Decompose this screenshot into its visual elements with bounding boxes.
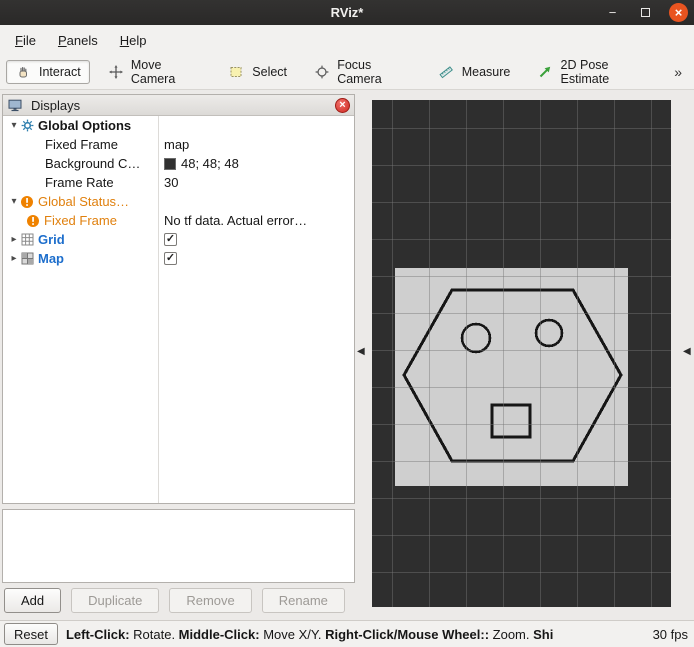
tool-interact[interactable]: Interact <box>6 60 90 84</box>
duplicate-button[interactable]: Duplicate <box>71 588 160 613</box>
tree-row-background-color[interactable]: Background C… 48; 48; 48 <box>3 154 354 173</box>
tree-row-grid[interactable]: Grid <box>3 230 354 249</box>
displays-panel: Displays Global Options Fixed Frame map <box>2 94 355 504</box>
splitter-collapse-right-icon[interactable] <box>683 346 691 357</box>
tool-label: Measure <box>461 65 511 79</box>
add-button[interactable]: Add <box>4 588 62 613</box>
panel-close-icon[interactable] <box>335 97 350 113</box>
minimize-button[interactable] <box>603 3 622 22</box>
menu-help[interactable]: Help <box>109 29 158 52</box>
global-options-icon <box>19 119 35 132</box>
warning-icon <box>25 214 41 228</box>
color-swatch <box>164 157 176 170</box>
move-camera-icon <box>108 65 123 79</box>
select-icon <box>228 65 244 79</box>
map-enabled-checkbox[interactable] <box>164 252 177 265</box>
titlebar: RViz* <box>0 0 694 25</box>
rename-button[interactable]: Rename <box>261 588 345 613</box>
statusbar: Reset Left-Click: Rotate. Middle-Click: … <box>0 620 694 647</box>
maximize-icon <box>641 8 650 17</box>
measure-icon <box>438 65 454 79</box>
tool-label: Interact <box>39 65 81 79</box>
grid-lines <box>372 100 671 607</box>
row-label: Global Status… <box>38 194 130 209</box>
tool-select[interactable]: Select <box>219 60 296 84</box>
expander-closed-icon[interactable] <box>9 234 19 245</box>
tool-2d-pose-estimate[interactable]: 2D Pose Estimate <box>529 53 658 91</box>
row-label: Fixed Frame <box>44 213 117 228</box>
tree-row-fixed-frame-error[interactable]: Fixed Frame No tf data. Actual error… <box>3 211 354 230</box>
mouse-help-text: Left-Click: Rotate. Middle-Click: Move X… <box>65 626 554 642</box>
toolbar-overflow-icon[interactable] <box>668 62 688 82</box>
row-value[interactable]: 30 <box>164 173 178 192</box>
row-value[interactable]: map <box>164 135 189 154</box>
tree-row-global-status[interactable]: Global Status… <box>3 192 354 211</box>
row-label: Map <box>38 251 64 266</box>
splitter-collapse-left-icon[interactable] <box>357 346 365 357</box>
row-label: Grid <box>38 232 65 247</box>
maximize-button[interactable] <box>636 3 655 22</box>
row-value <box>164 249 177 268</box>
displays-button-row: Add Duplicate Remove Rename <box>4 588 345 613</box>
displays-panel-header: Displays <box>3 95 354 116</box>
expander-open-icon[interactable] <box>9 120 19 131</box>
warning-icon <box>19 195 35 209</box>
tree-row-fixed-frame[interactable]: Fixed Frame map <box>3 135 354 154</box>
displays-tree: Global Options Fixed Frame map Backgroun… <box>3 116 354 503</box>
tool-label: Select <box>252 65 288 79</box>
window-controls <box>603 0 688 25</box>
tool-focus-camera[interactable]: Focus Camera <box>306 53 419 91</box>
property-description-panel <box>2 509 355 583</box>
pose-arrow-icon <box>538 65 552 79</box>
panel-title: Displays <box>31 97 81 113</box>
tool-move-camera[interactable]: Move Camera <box>100 53 210 91</box>
menu-panels[interactable]: Panels <box>47 29 109 52</box>
focus-camera-icon <box>315 65 329 79</box>
row-value <box>164 230 177 249</box>
remove-button[interactable]: Remove <box>169 588 252 613</box>
main-area: Displays Global Options Fixed Frame map <box>0 90 694 620</box>
row-value[interactable]: 48; 48; 48 <box>164 154 239 173</box>
window-title: RViz* <box>330 5 364 20</box>
grid-icon <box>19 233 35 246</box>
map-icon <box>19 252 35 265</box>
row-label: Frame Rate <box>45 175 114 190</box>
toolbar: Interact Move Camera Select Focus Camera… <box>0 55 694 90</box>
close-button[interactable] <box>669 3 688 22</box>
row-label: Global Options <box>38 118 132 133</box>
fps-counter: 30 fps <box>652 626 688 642</box>
reset-button[interactable]: Reset <box>4 623 58 645</box>
expander-closed-icon[interactable] <box>9 253 19 264</box>
rviz-window: RViz* File Panels Help Interact Move Cam… <box>0 0 694 647</box>
menubar: File Panels Help <box>0 25 694 55</box>
render-viewport[interactable] <box>372 100 671 607</box>
tool-label: Move Camera <box>130 58 176 86</box>
interact-hand-icon <box>15 65 31 79</box>
tool-label: 2D Pose Estimate <box>560 58 610 86</box>
grid-enabled-checkbox[interactable] <box>164 233 177 246</box>
monitor-icon <box>7 99 23 112</box>
expander-open-icon[interactable] <box>9 196 19 207</box>
row-label: Background C… <box>45 156 141 171</box>
row-label: Fixed Frame <box>45 137 118 152</box>
tree-row-frame-rate[interactable]: Frame Rate 30 <box>3 173 354 192</box>
row-value: No tf data. Actual error… <box>164 213 308 228</box>
tool-measure[interactable]: Measure <box>429 60 520 84</box>
tool-label: Focus Camera <box>337 58 382 86</box>
menu-file[interactable]: File <box>4 29 47 52</box>
tree-row-map[interactable]: Map <box>3 249 354 268</box>
tree-row-global-options[interactable]: Global Options <box>3 116 354 135</box>
